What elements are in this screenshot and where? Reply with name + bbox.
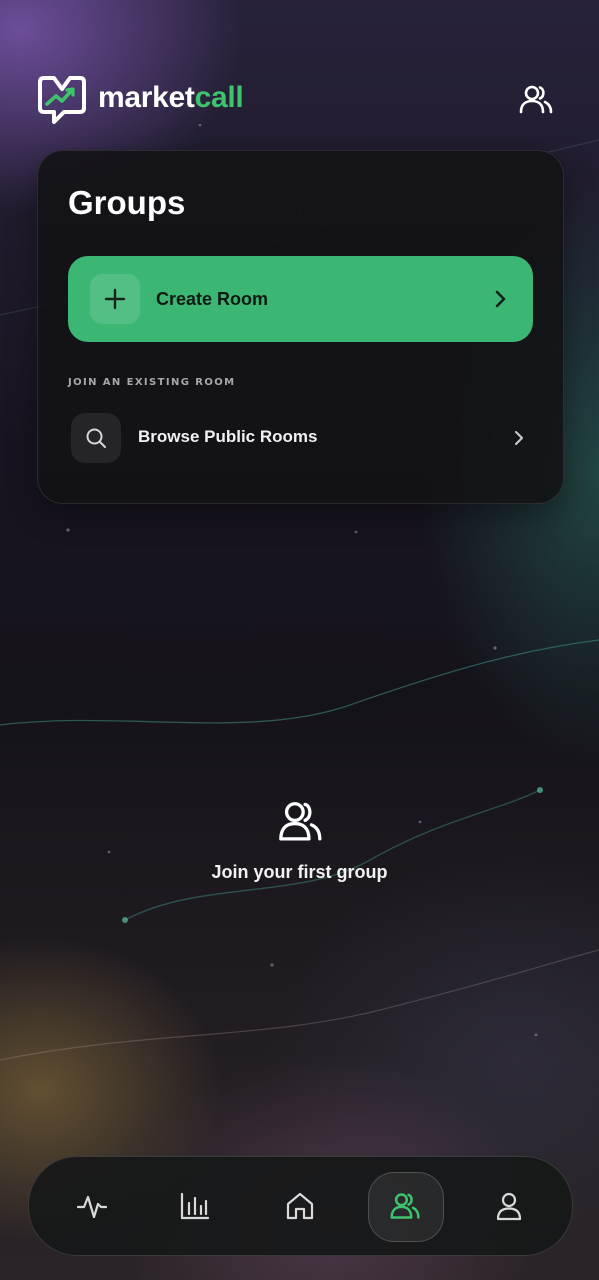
empty-state-message: Join your first group — [211, 862, 388, 882]
nav-item-profile[interactable] — [459, 1157, 559, 1255]
groups-card: Groups Create Room JOIN AN EXISTING ROOM… — [37, 150, 564, 504]
chevron-right-icon — [495, 290, 506, 308]
bar-chart-icon — [180, 1192, 210, 1220]
browse-public-rooms-label: Browse Public Rooms — [138, 427, 318, 446]
create-room-label: Create Room — [156, 289, 269, 309]
plus-icon-container — [90, 274, 140, 324]
brand-name: marketcall — [98, 78, 244, 118]
home-icon — [286, 1192, 314, 1220]
search-icon — [86, 428, 106, 448]
nav-item-charts[interactable] — [145, 1157, 245, 1255]
brand-part-1: market — [98, 81, 195, 114]
pulse-icon — [76, 1195, 108, 1219]
create-room-button[interactable]: Create Room — [68, 256, 533, 342]
page-title: Groups — [68, 184, 186, 221]
marketcall-logo-icon — [38, 76, 86, 124]
app-header: marketcall — [38, 72, 558, 128]
nav-item-activity[interactable] — [42, 1157, 142, 1255]
user-icon — [496, 1192, 522, 1221]
plus-icon — [104, 288, 126, 310]
nav-item-groups[interactable] — [355, 1157, 455, 1255]
users-icon — [390, 1193, 420, 1219]
chevron-right-icon — [515, 431, 523, 445]
join-room-section-label: JOIN AN EXISTING ROOM — [68, 377, 236, 388]
users-icon — [279, 802, 322, 841]
users-icon[interactable] — [518, 82, 554, 118]
search-icon-container — [71, 413, 121, 463]
bottom-navigation — [28, 1156, 573, 1256]
browse-public-rooms-button[interactable]: Browse Public Rooms — [68, 411, 533, 465]
brand-part-2: call — [194, 81, 244, 114]
nav-item-home[interactable] — [250, 1157, 350, 1255]
